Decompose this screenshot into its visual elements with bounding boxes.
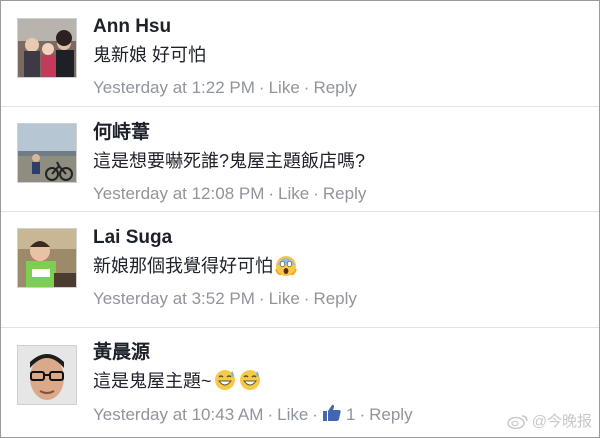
thumbs-up-icon [322, 404, 341, 421]
comment-timestamp[interactable]: Yesterday at 12:08 PM [93, 184, 264, 203]
watermark-text: @今晚报 [531, 413, 592, 430]
comment-meta: Yesterday at 3:52 PM · Like · Reply [93, 289, 357, 308]
avatar-photo-child-icon [18, 229, 76, 287]
comment-text-content: 新娘那個我覺得好可怕 [93, 256, 273, 276]
avatar[interactable] [17, 123, 77, 183]
like-link[interactable]: Like [269, 78, 300, 97]
avatar-photo-group-icon [18, 19, 76, 77]
avatar-photo-bicycle-icon [18, 124, 76, 182]
avatar-photo-man-glasses-icon [18, 346, 76, 404]
comment-item: 何峙葦 這是想要嚇死誰?鬼屋主題飯店嗎? Yesterday at 12:08 … [1, 107, 599, 212]
like-count-value: 1 [345, 405, 356, 424]
comment-meta: Yesterday at 12:08 PM · Like · Reply [93, 184, 367, 203]
comment-text-content: 這是鬼屋主題~ [93, 371, 212, 391]
reply-link[interactable]: Reply [313, 78, 356, 97]
comment-meta: Yesterday at 1:22 PM · Like · Reply [93, 78, 357, 97]
like-link[interactable]: Like [277, 405, 308, 424]
like-link[interactable]: Like [278, 184, 309, 203]
comment-text: 新娘那個我覺得好可怕 [93, 253, 589, 279]
comment-timestamp[interactable]: Yesterday at 1:22 PM [93, 78, 255, 97]
like-count[interactable]: 1 [322, 404, 356, 424]
comment-item: Ann Hsu 鬼新娘 好可怕 Yesterday at 1:22 PM · Lik… [1, 1, 599, 107]
comment-author[interactable]: 黃晨源 [93, 341, 589, 365]
reply-link[interactable]: Reply [323, 184, 366, 203]
avatar[interactable] [17, 345, 77, 405]
like-link[interactable]: Like [269, 289, 300, 308]
grinning-sweat-emoji-icon [214, 370, 235, 390]
comment-timestamp[interactable]: Yesterday at 10:43 AM [93, 405, 263, 424]
avatar[interactable] [17, 228, 77, 288]
comment-text: 這是鬼屋主題~ [93, 368, 589, 394]
grinning-sweat-emoji-icon [239, 370, 260, 390]
reply-link[interactable]: Reply [313, 289, 356, 308]
watermark: @今晚报 [507, 410, 592, 431]
screaming-face-emoji-icon [275, 256, 297, 276]
comment-list: Ann Hsu 鬼新娘 好可怕 Yesterday at 1:22 PM · Lik… [0, 0, 600, 438]
comment-text: 這是想要嚇死誰?鬼屋主題飯店嗎? [93, 151, 366, 171]
comment-item: Lai Suga 新娘那個我覺得好可怕 Yesterday at 3:52 PM… [1, 212, 599, 328]
weibo-logo-icon [507, 415, 528, 429]
avatar[interactable] [17, 18, 77, 78]
comment-author[interactable]: Lai Suga [93, 226, 589, 250]
comment-author[interactable]: 何峙葦 [93, 121, 589, 145]
comment-timestamp[interactable]: Yesterday at 3:52 PM [93, 289, 255, 308]
reply-link[interactable]: Reply [369, 405, 412, 424]
comment-author[interactable]: Ann Hsu [93, 15, 589, 39]
comment-text: 鬼新娘 好可怕 [93, 45, 207, 65]
